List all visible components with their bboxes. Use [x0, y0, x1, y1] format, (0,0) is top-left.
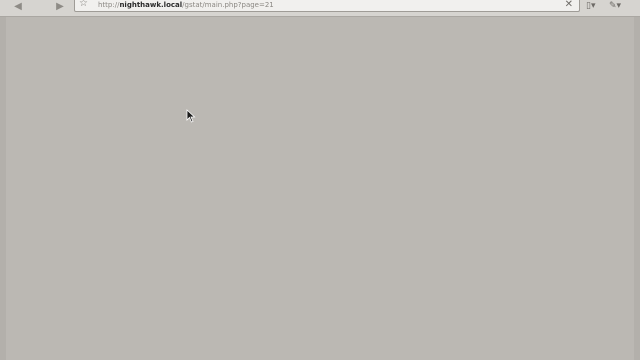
browser-window: ◀ ▶ ☆ http://nighthawk.local/gstat/main.…	[0, 0, 640, 360]
page-menu-icon[interactable]: ▯▾	[586, 0, 595, 12]
mouse-pointer-icon	[186, 109, 196, 123]
close-icon[interactable]: ✕	[565, 0, 573, 11]
address-bar[interactable]: ☆ http://nighthawk.local/gstat/main.php?…	[74, 0, 580, 12]
star-icon[interactable]: ☆	[79, 0, 88, 9]
page-content[interactable]	[6, 17, 634, 360]
wrench-icon[interactable]: ✎▾	[609, 0, 621, 12]
back-arrow-icon[interactable]: ◀	[10, 0, 26, 14]
url-scheme: http://	[98, 1, 120, 9]
url-text: http://nighthawk.local/gstat/main.php?pa…	[98, 0, 274, 11]
url-host: nighthawk.local	[119, 1, 183, 9]
window-right-edge	[634, 17, 640, 360]
forward-arrow-icon[interactable]: ▶	[52, 0, 68, 14]
url-path: /gstat/main.php?page=21	[182, 1, 274, 9]
browser-toolbar: ◀ ▶ ☆ http://nighthawk.local/gstat/main.…	[0, 0, 640, 17]
